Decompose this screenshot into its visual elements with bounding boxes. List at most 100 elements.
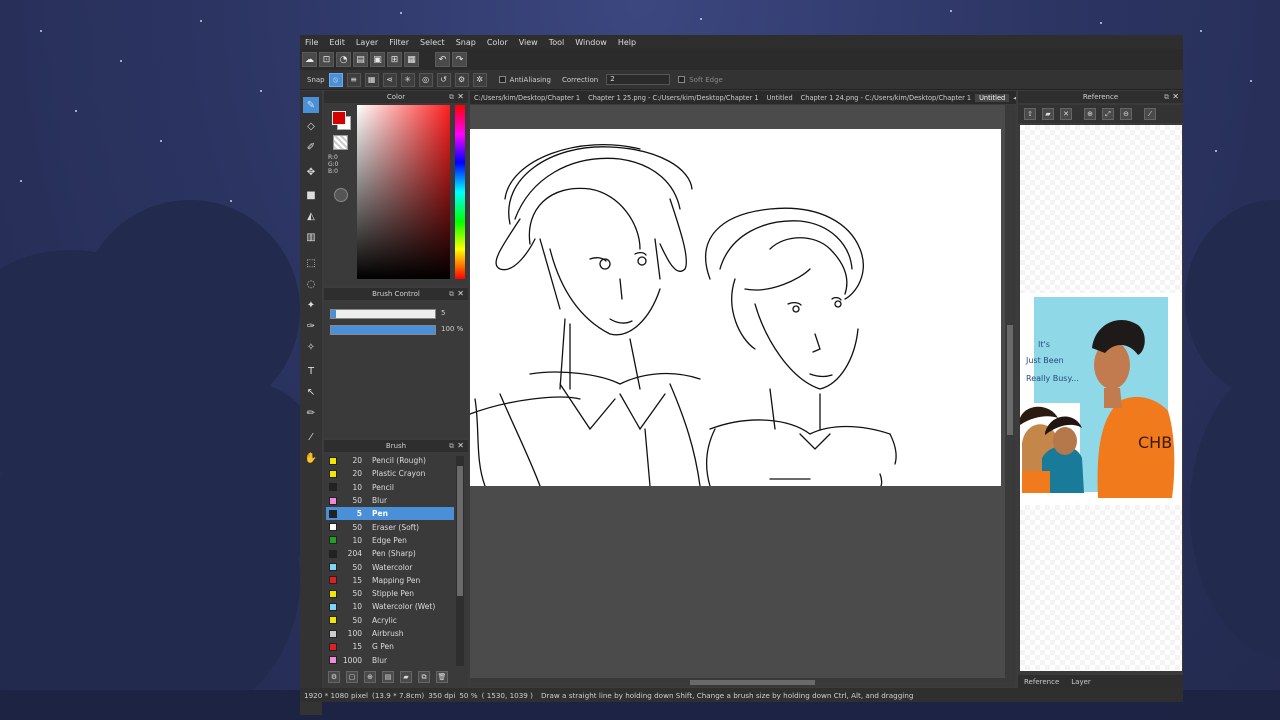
float-icon[interactable]: ⧉ bbox=[1164, 91, 1169, 103]
zoom-out-icon[interactable]: ⊖ bbox=[1120, 108, 1132, 120]
brush-item[interactable]: 50 Acrylic bbox=[326, 614, 454, 627]
fill-rect-tool-icon[interactable]: ■ bbox=[303, 187, 319, 203]
undo-icon[interactable]: ↶ bbox=[435, 52, 450, 67]
snap-curve-icon[interactable]: ↺ bbox=[436, 72, 451, 87]
close-icon[interactable]: ✕ bbox=[457, 440, 464, 452]
drawing-canvas[interactable] bbox=[470, 129, 1001, 486]
brush-item[interactable]: 20 Pencil (Rough) bbox=[326, 454, 454, 467]
text-tool-icon[interactable]: T bbox=[303, 363, 319, 379]
brush-item[interactable]: 20 Plastic Crayon bbox=[326, 467, 454, 480]
menu-window[interactable]: Window bbox=[570, 38, 613, 47]
close-icon[interactable]: ✕ bbox=[457, 91, 464, 103]
menu-filter[interactable]: Filter bbox=[384, 38, 415, 47]
lasso-tool-icon[interactable]: ◌ bbox=[303, 276, 319, 292]
folder-icon[interactable]: ▰ bbox=[400, 671, 412, 683]
transparent-color-swatch[interactable] bbox=[333, 135, 348, 150]
float-icon[interactable]: ⧉ bbox=[449, 440, 454, 452]
menu-help[interactable]: Help bbox=[613, 38, 642, 47]
soft-edge-checkbox[interactable] bbox=[678, 76, 686, 83]
add-brush-icon[interactable]: ⊕ bbox=[364, 671, 376, 683]
eyedropper-tool-icon[interactable]: ⁄ bbox=[303, 429, 319, 445]
menu-color[interactable]: Color bbox=[482, 38, 514, 47]
menu-layer[interactable]: Layer bbox=[351, 38, 384, 47]
eraser-tool-icon[interactable]: ◇ bbox=[303, 118, 319, 134]
float-icon[interactable]: ⧉ bbox=[449, 288, 454, 300]
snap-vanish-icon[interactable]: ⋖ bbox=[382, 72, 397, 87]
brush-settings-icon[interactable]: ⚙ bbox=[328, 671, 340, 683]
brush-item[interactable]: 5 Pen bbox=[326, 507, 454, 521]
bucket-tool-icon[interactable]: ◭ bbox=[303, 208, 319, 224]
brush-size-slider[interactable] bbox=[330, 309, 436, 319]
snap-extra-icon[interactable]: ✲ bbox=[472, 72, 487, 87]
brush-item[interactable]: 50 Blur bbox=[326, 494, 454, 507]
menu-snap[interactable]: Snap bbox=[451, 38, 482, 47]
tab-document[interactable]: Chapter 1 25.png - C:/Users/kim/Desktop/… bbox=[584, 94, 762, 102]
brush-item[interactable]: 10 Watercolor (Wet) bbox=[326, 600, 454, 613]
redo-icon[interactable]: ↷ bbox=[452, 52, 467, 67]
frame-icon[interactable]: ⊞ bbox=[387, 52, 402, 67]
tab-scroll-left-icon[interactable]: ◂ bbox=[1009, 94, 1016, 102]
close-icon[interactable]: ✕ bbox=[1172, 91, 1179, 103]
fit-icon[interactable]: ⤢ bbox=[1102, 108, 1114, 120]
upload-icon[interactable]: ⇧ bbox=[1024, 108, 1036, 120]
select-eraser-tool-icon[interactable]: ✧ bbox=[303, 339, 319, 355]
brush-list-scrollbar[interactable] bbox=[456, 456, 464, 666]
menu-edit[interactable]: Edit bbox=[324, 38, 351, 47]
panel-icon[interactable]: ▣ bbox=[370, 52, 385, 67]
close-icon[interactable]: ✕ bbox=[457, 288, 464, 300]
palette-icon[interactable] bbox=[334, 188, 348, 202]
duplicate-icon[interactable]: ⧉ bbox=[418, 671, 430, 683]
brush-item[interactable]: 100 Airbrush bbox=[326, 627, 454, 640]
trash-icon[interactable]: 🗑 bbox=[436, 671, 448, 683]
select-rect-tool-icon[interactable]: ⬚ bbox=[303, 255, 319, 271]
brush-item[interactable]: 10 Pencil bbox=[326, 481, 454, 494]
close-reference-icon[interactable]: ✕ bbox=[1060, 108, 1072, 120]
operation-tool-icon[interactable]: ↖ bbox=[303, 384, 319, 400]
snap-cross-icon[interactable]: ▦ bbox=[364, 72, 379, 87]
menu-view[interactable]: View bbox=[514, 38, 544, 47]
brush-item[interactable]: 15 Mapping Pen bbox=[326, 574, 454, 587]
new-brush-icon[interactable]: ▢ bbox=[346, 671, 358, 683]
move-tool-icon[interactable]: ✥ bbox=[303, 164, 319, 180]
copy-brush-icon[interactable]: ▤ bbox=[382, 671, 394, 683]
magic-wand-tool-icon[interactable]: ✦ bbox=[303, 297, 319, 313]
saturation-value-picker[interactable] bbox=[357, 105, 450, 279]
menu-select[interactable]: Select bbox=[415, 38, 451, 47]
brush-item[interactable]: 204 Pen (Sharp) bbox=[326, 547, 454, 560]
reference-view[interactable]: CHB It's Just Been Really Busy... bbox=[1020, 125, 1182, 671]
brush-item[interactable]: 50 Eraser (Soft) bbox=[326, 520, 454, 533]
snap-off-icon[interactable]: ⦸ bbox=[328, 72, 343, 87]
eyedropper-icon[interactable]: ⁄ bbox=[1144, 108, 1156, 120]
hue-slider[interactable] bbox=[455, 105, 465, 279]
menu-file[interactable]: File bbox=[300, 38, 324, 47]
gradient-tool-icon[interactable]: ▥ bbox=[303, 229, 319, 245]
brush-opacity-slider[interactable] bbox=[330, 325, 436, 335]
brush-item[interactable]: 50 Stipple Pen bbox=[326, 587, 454, 600]
canvas-vertical-scrollbar[interactable] bbox=[1005, 105, 1015, 678]
document-icon[interactable]: ▤ bbox=[353, 52, 368, 67]
canvas-area[interactable] bbox=[470, 105, 1005, 678]
correction-select[interactable]: 2 bbox=[606, 74, 671, 85]
grid-icon[interactable]: ▦ bbox=[404, 52, 419, 67]
speech-bubble-icon[interactable]: ◔ bbox=[336, 52, 351, 67]
snap-circle-icon[interactable]: ◎ bbox=[418, 72, 433, 87]
snap-parallel-icon[interactable]: ≡ bbox=[346, 72, 361, 87]
tab-document[interactable]: C:/Users/kim/Desktop/Chapter 1 bbox=[470, 94, 584, 102]
foreground-color-swatch[interactable] bbox=[332, 111, 346, 125]
snap-settings-icon[interactable]: ⚙ bbox=[454, 72, 469, 87]
tab-document-current[interactable]: Untitled bbox=[975, 93, 1010, 102]
brush-item[interactable]: 1000 Blur bbox=[326, 653, 454, 666]
brush-tool-icon[interactable]: ✎ bbox=[303, 97, 319, 113]
tab-document[interactable]: Chapter 1 24.png - C:/Users/kim/Desktop/… bbox=[797, 94, 975, 102]
tab-reference[interactable]: Reference bbox=[1018, 678, 1065, 686]
snap-radial-icon[interactable]: ✳ bbox=[400, 72, 415, 87]
menu-tool[interactable]: Tool bbox=[544, 38, 571, 47]
hand-tool-icon[interactable]: ✋ bbox=[303, 450, 319, 466]
tab-layer[interactable]: Layer bbox=[1065, 678, 1097, 686]
brush-item[interactable]: 10 Edge Pen bbox=[326, 534, 454, 547]
divide-tool-icon[interactable]: ✏ bbox=[303, 405, 319, 421]
canvas-horizontal-scrollbar[interactable] bbox=[470, 678, 1015, 687]
float-icon[interactable]: ⧉ bbox=[449, 91, 454, 103]
select-pen-tool-icon[interactable]: ✑ bbox=[303, 318, 319, 334]
tab-document[interactable]: Untitled bbox=[763, 94, 797, 102]
